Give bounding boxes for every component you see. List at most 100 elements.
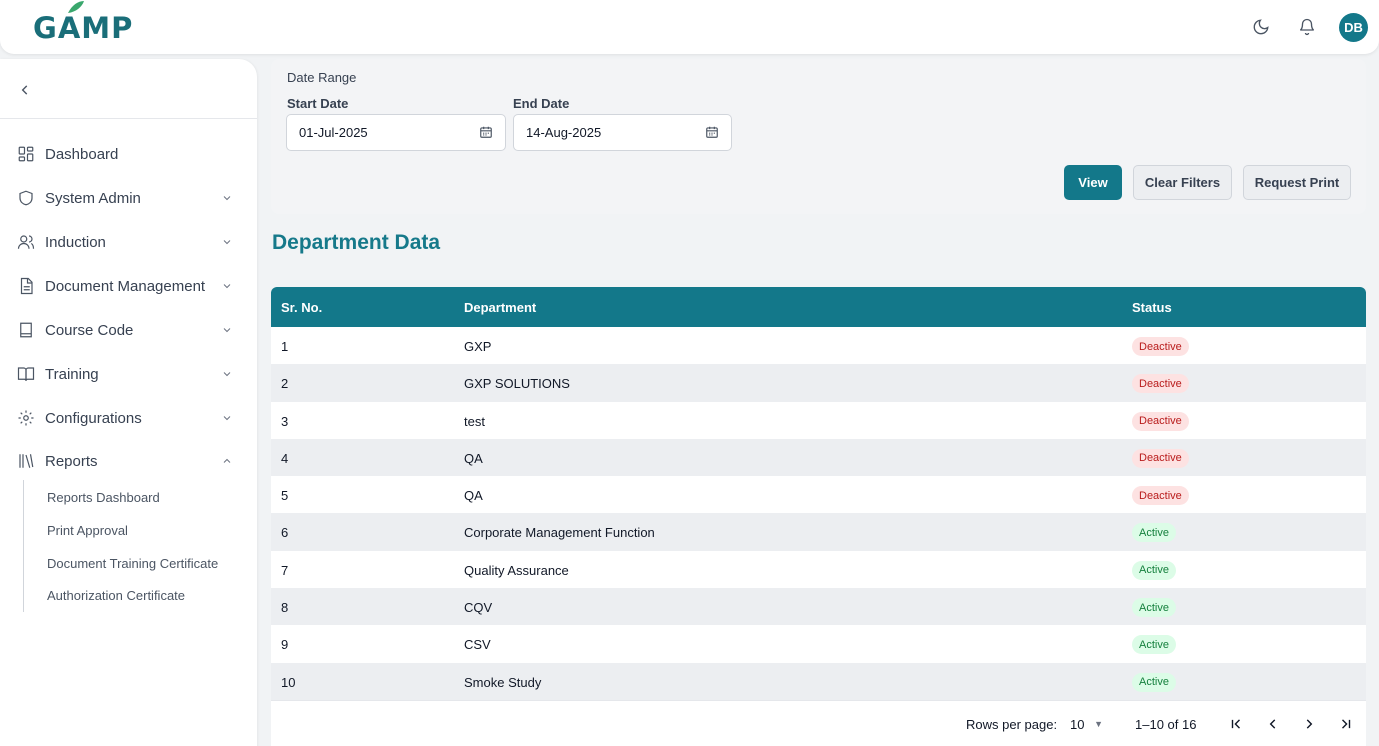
calendar-icon[interactable] bbox=[705, 125, 719, 139]
cell-department: CSV bbox=[464, 637, 491, 653]
end-date-value: 14-Aug-2025 bbox=[526, 125, 602, 140]
table-row[interactable]: 10 Smoke Study Active bbox=[271, 662, 1366, 700]
status-badge: Active bbox=[1132, 560, 1176, 580]
gear-icon bbox=[16, 408, 36, 428]
collapse-sidebar-chevron-left-icon[interactable] bbox=[14, 79, 36, 101]
cell-department: Quality Assurance bbox=[464, 562, 569, 578]
start-date-value: 01-Jul-2025 bbox=[299, 125, 368, 140]
sidebar-item-configurations[interactable]: Configurations bbox=[0, 400, 257, 436]
start-date-input[interactable]: 01-Jul-2025 bbox=[286, 114, 506, 151]
cell-sr-no: 3 bbox=[281, 413, 289, 429]
sidebar-item-training[interactable]: Training bbox=[0, 356, 257, 392]
first-page-icon[interactable] bbox=[1226, 714, 1246, 734]
users-icon bbox=[16, 232, 36, 252]
table-header: Sr. No. Department Status bbox=[271, 287, 1366, 327]
sub-item-reports-dashboard[interactable]: Reports Dashboard bbox=[47, 490, 160, 505]
sidebar-item-label: Induction bbox=[45, 233, 106, 251]
document-icon bbox=[16, 276, 36, 296]
sidebar-item-reports[interactable]: Reports bbox=[0, 443, 257, 479]
sub-item-authorization-certificate[interactable]: Authorization Certificate bbox=[47, 588, 185, 603]
sidebar-item-label: Training bbox=[45, 365, 99, 383]
start-date-label: Start Date bbox=[287, 96, 349, 111]
chevron-down-icon bbox=[219, 410, 235, 426]
leaf-icon bbox=[67, 1, 84, 13]
clear-filters-button[interactable]: Clear Filters bbox=[1133, 165, 1232, 200]
status-badge: Active bbox=[1132, 598, 1176, 618]
page-range-text: 1–10 of 16 bbox=[1135, 717, 1197, 732]
book-icon bbox=[16, 320, 36, 340]
cell-department: QA bbox=[464, 450, 483, 466]
cell-department: CQV bbox=[464, 600, 493, 616]
column-header-department[interactable]: Department bbox=[464, 300, 536, 315]
end-date-input[interactable]: 14-Aug-2025 bbox=[513, 114, 732, 151]
status-badge: Active bbox=[1132, 523, 1176, 543]
sidebar-item-label: System Admin bbox=[45, 189, 141, 207]
cell-sr-no: 5 bbox=[281, 488, 289, 504]
top-header: GA MP DB bbox=[0, 0, 1379, 54]
table-body: 1 GXP Deactive 2 GXP SOLUTIONS Deactive 3 test D… bbox=[271, 327, 1366, 700]
table-row[interactable]: 5 QA Deactive bbox=[271, 476, 1366, 513]
dark-mode-moon-icon[interactable] bbox=[1250, 16, 1272, 38]
table-row[interactable]: 1 GXP Deactive bbox=[271, 327, 1366, 364]
column-header-status[interactable]: Status bbox=[1132, 300, 1172, 315]
status-badge: Deactive bbox=[1132, 337, 1189, 356]
sidebar-item-dashboard[interactable]: Dashboard bbox=[0, 136, 257, 172]
request-print-button[interactable]: Request Print bbox=[1243, 165, 1351, 200]
sidebar: Dashboard System Admin Induction Documen… bbox=[0, 59, 257, 746]
dashboard-grid-icon bbox=[16, 144, 36, 164]
next-page-icon[interactable] bbox=[1299, 714, 1319, 734]
status-badge: Deactive bbox=[1132, 411, 1189, 431]
table-row[interactable]: 6 Corporate Management Function Active bbox=[271, 513, 1366, 551]
submenu-guide-line bbox=[23, 480, 24, 612]
chevron-down-icon bbox=[219, 366, 235, 382]
cell-department: test bbox=[464, 413, 485, 429]
cell-department: QA bbox=[464, 488, 483, 504]
open-book-icon bbox=[16, 364, 36, 384]
table-row[interactable]: 2 GXP SOLUTIONS Deactive bbox=[271, 364, 1366, 402]
cell-sr-no: 6 bbox=[281, 525, 289, 541]
previous-page-icon[interactable] bbox=[1263, 714, 1283, 734]
shield-icon bbox=[16, 188, 36, 208]
sidebar-item-label: Configurations bbox=[45, 409, 142, 427]
status-badge: Deactive bbox=[1132, 486, 1189, 506]
rows-per-page-select[interactable]: 10 ▼ bbox=[1070, 717, 1103, 732]
cell-sr-no: 4 bbox=[281, 450, 289, 466]
dropdown-caret-icon: ▼ bbox=[1094, 719, 1104, 729]
rows-per-page-value: 10 bbox=[1070, 717, 1085, 732]
chevron-down-icon bbox=[219, 234, 235, 250]
sidebar-item-induction[interactable]: Induction bbox=[0, 224, 257, 260]
status-badge: Active bbox=[1132, 635, 1176, 655]
cell-sr-no: 9 bbox=[281, 637, 289, 653]
date-range-label: Date Range bbox=[287, 70, 357, 85]
table-row[interactable]: 8 CQV Active bbox=[271, 588, 1366, 626]
column-header-sr-no[interactable]: Sr. No. bbox=[281, 300, 322, 315]
notification-bell-icon[interactable] bbox=[1296, 16, 1318, 38]
cell-sr-no: 1 bbox=[281, 339, 289, 354]
user-avatar[interactable]: DB bbox=[1339, 13, 1368, 42]
pagination-bar: Rows per page: 10 ▼ 1–10 of 16 bbox=[271, 700, 1366, 746]
table-row[interactable]: 4 QA Deactive bbox=[271, 438, 1366, 477]
sub-item-print-approval[interactable]: Print Approval bbox=[47, 523, 128, 538]
last-page-icon[interactable] bbox=[1336, 714, 1356, 734]
chevron-down-icon bbox=[219, 322, 235, 338]
table-row[interactable]: 9 CSV Active bbox=[271, 625, 1366, 662]
gamp-logo[interactable]: GA MP bbox=[33, 1, 133, 46]
rows-per-page-label: Rows per page: bbox=[966, 717, 1058, 732]
sidebar-item-system-admin[interactable]: System Admin bbox=[0, 180, 257, 216]
sidebar-item-label: Reports bbox=[45, 452, 98, 470]
table-row[interactable]: 7 Quality Assurance Active bbox=[271, 551, 1366, 588]
calendar-icon[interactable] bbox=[479, 125, 493, 139]
page-title: Department Data bbox=[272, 231, 441, 254]
cell-department: Smoke Study bbox=[464, 674, 542, 690]
sidebar-item-label: Course Code bbox=[45, 321, 134, 339]
sidebar-item-document-management[interactable]: Document Management bbox=[0, 268, 257, 304]
department-table: Sr. No. Department Status 1 GXP Deactive 2 G… bbox=[271, 287, 1366, 700]
sidebar-divider bbox=[0, 118, 257, 119]
sidebar-item-course-code[interactable]: Course Code bbox=[0, 312, 257, 348]
status-badge: Active bbox=[1132, 672, 1176, 692]
table-row[interactable]: 3 test Deactive bbox=[271, 402, 1366, 439]
view-button[interactable]: View bbox=[1064, 165, 1122, 200]
chevron-up-icon bbox=[219, 453, 235, 469]
sub-item-document-training-certificate[interactable]: Document Training Certificate bbox=[47, 556, 218, 571]
cell-sr-no: 2 bbox=[281, 376, 289, 392]
